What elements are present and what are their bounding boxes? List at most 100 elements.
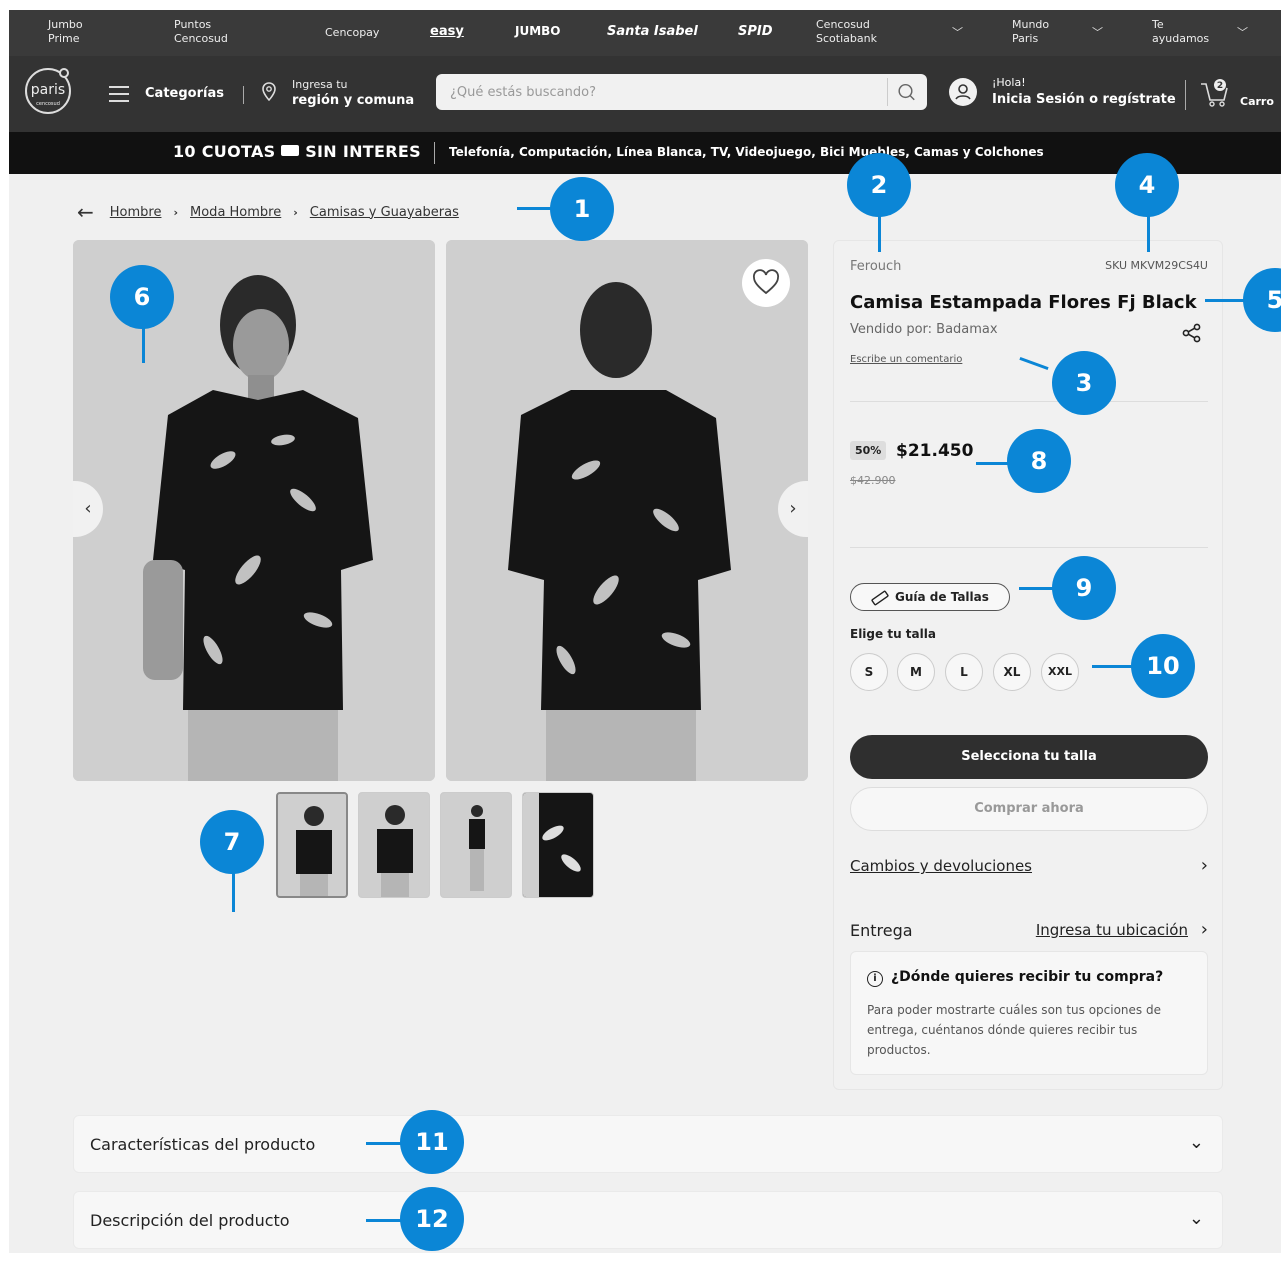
size-guide-label: Guía de Tallas [895,590,989,604]
callout-6: 6 [110,265,174,329]
callout-line [1205,299,1245,302]
chevron-right-icon[interactable]: › [1201,855,1208,876]
page-frame: Jumbo Prime Puntos Cencosud Cencopay eas… [9,10,1281,1253]
user-icon[interactable] [949,78,977,106]
breadcrumb-hombre[interactable]: Hombre [110,205,162,220]
promo-banner[interactable]: 10 CUOTAS SIN INTERES Telefonía, Computa… [9,132,1281,174]
breadcrumb-separator: › [293,205,298,219]
write-review-link[interactable]: Escribe un comentario [850,354,962,365]
callout-1: 1 [550,177,614,241]
callout-line [142,328,145,363]
delivery-info-body: Para poder mostrarte cuáles son tus opci… [867,1003,1161,1057]
size-option-l[interactable]: L [945,653,983,691]
chevron-down-icon[interactable]: ⌄ [1189,1132,1204,1153]
region-selector[interactable]: región y comuna [292,93,414,108]
select-size-button[interactable]: Selecciona tu talla [850,735,1208,779]
login-link[interactable]: Inicia Sesión o regístrate [992,92,1176,107]
ruler-icon [871,590,889,606]
cart-label[interactable]: Carro [1240,95,1274,108]
current-price: $21.450 [896,441,974,461]
location-link[interactable]: Ingresa tu ubicación [1036,921,1188,939]
share-icon[interactable] [1180,321,1204,345]
categories-menu[interactable]: Categorías [145,86,224,101]
callout-8: 8 [1007,429,1071,493]
top-link-easy[interactable]: easy [430,24,464,39]
callout-line [1092,665,1132,668]
top-link-mundo-paris[interactable]: Mundo Paris [1012,18,1062,46]
product-brand[interactable]: Ferouch [850,259,901,274]
card-icon [281,145,300,156]
region-hint[interactable]: Ingresa tu [292,78,348,91]
main-header: paris cencosud Categorías Ingresa tu regi… [9,56,1281,132]
promo-categories: Telefonía, Computación, Línea Blanca, TV… [449,145,1044,159]
top-link-santa-isabel[interactable]: Santa Isabel [607,24,698,39]
chevron-down-icon[interactable]: ﹀ [1237,24,1248,40]
search-input[interactable] [436,74,927,110]
product-image-back[interactable] [446,240,808,781]
back-arrow-icon[interactable]: ← [77,200,94,224]
accordion-title: Características del producto [90,1135,316,1154]
accordion-description[interactable]: Descripción del producto ⌄ [73,1191,1223,1249]
original-price: $42.900 [850,474,896,487]
chevron-right-icon[interactable]: › [1201,919,1208,940]
thumbnail-3[interactable] [440,792,512,898]
chevron-down-icon[interactable]: ﹀ [1092,24,1103,40]
top-link-spid[interactable]: SPID [738,24,773,39]
divider [850,401,1208,402]
callout-4: 4 [1115,153,1179,217]
callout-5: 5 [1243,268,1281,332]
chevron-down-icon[interactable]: ﹀ [952,24,963,40]
callout-line [517,207,551,210]
size-label: Elige tu talla [850,627,936,641]
buy-now-button[interactable]: Comprar ahora [850,787,1208,831]
breadcrumb-separator: › [173,205,179,219]
discount-badge: 50% [850,441,887,460]
hamburger-icon[interactable] [109,86,129,107]
info-icon: i [867,971,883,987]
returns-link[interactable]: Cambios y devoluciones [850,857,1032,875]
callout-3: 3 [1052,351,1116,415]
size-option-m[interactable]: M [897,653,935,691]
size-option-xl[interactable]: XL [993,653,1031,691]
size-option-s[interactable]: S [850,653,888,691]
top-link-scotiabank[interactable]: Cencosud Scotiabank [816,18,896,46]
wishlist-heart-icon[interactable] [742,259,790,307]
top-link-jumbo-prime[interactable]: Jumbo Prime [48,18,108,46]
promo-text: 10 CUOTAS SIN INTERES [173,142,421,161]
callout-2: 2 [847,153,911,217]
divider [434,142,435,164]
delivery-info-title: ¿Dónde quieres recibir tu compra? [891,969,1164,985]
cart-icon[interactable]: 2 [1199,78,1231,108]
accordion-characteristics[interactable]: Características del producto ⌄ [73,1115,1223,1173]
product-sku: SKU MKVM29CS4U [1105,259,1208,272]
callout-10: 10 [1131,634,1195,698]
greeting-text: ¡Hola! [992,76,1026,89]
product-seller: Vendido por: Badamax [850,322,998,337]
thumbnail-2[interactable] [358,792,430,898]
callout-11: 11 [400,1110,464,1174]
size-option-xxl[interactable]: XXL [1041,653,1079,691]
callout-7: 7 [200,810,264,874]
callout-12: 12 [400,1187,464,1251]
paris-logo[interactable]: paris cencosud [25,68,71,114]
top-link-jumbo[interactable]: JUMBO [515,24,561,38]
thumbnail-1[interactable] [276,792,348,898]
delivery-info-box: i ¿Dónde quieres recibir tu compra? Para… [850,951,1208,1075]
divider [1185,80,1186,110]
callout-9: 9 [1052,556,1116,620]
cart-count-badge: 2 [1217,81,1223,91]
top-link-cencopay[interactable]: Cencopay [325,26,379,40]
delivery-label: Entrega [850,921,913,940]
thumbnail-4[interactable] [522,792,594,898]
top-link-puntos[interactable]: Puntos Cencosud [174,18,244,46]
size-guide-button[interactable]: Guía de Tallas [850,583,1010,611]
chevron-down-icon[interactable]: ⌄ [1189,1208,1204,1229]
search-icon[interactable] [887,78,923,106]
breadcrumb-moda-hombre[interactable]: Moda Hombre [190,205,281,220]
divider [243,86,244,104]
location-pin-icon[interactable] [261,82,277,102]
divider [850,547,1208,548]
breadcrumb-camisas[interactable]: Camisas y Guayaberas [310,205,459,220]
top-link-te-ayudamos[interactable]: Te ayudamos [1152,18,1222,46]
breadcrumb: ← Hombre › Moda Hombre › Camisas y Guaya… [77,200,459,224]
